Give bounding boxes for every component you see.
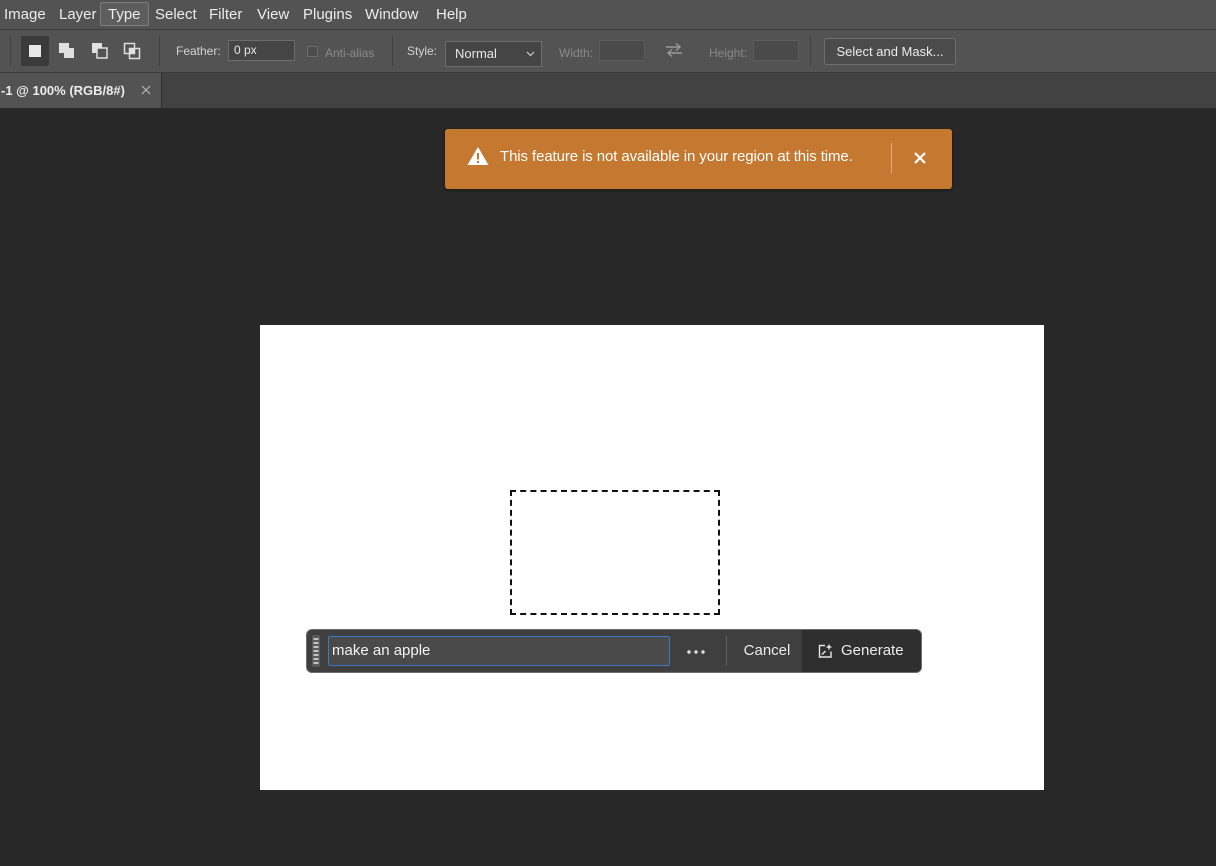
region-warning-banner: This feature is not available in your re… [445, 129, 952, 189]
subtract-from-selection-button[interactable] [86, 36, 114, 66]
generative-fill-icon [818, 643, 833, 658]
contextual-task-bar: make an apple Cancel Generate [306, 629, 922, 673]
menu-select[interactable]: Select [147, 2, 205, 26]
menu-window[interactable]: Window [357, 2, 426, 26]
menu-plugins[interactable]: Plugins [295, 2, 360, 26]
divider [810, 36, 811, 66]
document-tab[interactable]: -1 @ 100% (RGB/8#) [0, 73, 162, 108]
menu-layer[interactable]: Layer [51, 2, 105, 26]
menu-view[interactable]: View [249, 2, 297, 26]
add-selection-icon [59, 43, 74, 58]
height-label: Height: [709, 46, 748, 60]
divider [726, 636, 727, 666]
document-tab-label: -1 @ 100% (RGB/8#) [1, 83, 125, 98]
subtract-selection-icon [92, 43, 108, 59]
generate-button[interactable]: Generate [802, 630, 921, 672]
menu-image[interactable]: Image [0, 2, 54, 26]
intersect-selection-icon [123, 42, 141, 60]
swap-dimensions-icon[interactable] [664, 42, 684, 58]
height-input[interactable] [753, 40, 799, 61]
style-label: Style: [407, 44, 438, 58]
close-icon[interactable] [913, 151, 927, 165]
warning-icon [467, 147, 489, 165]
close-icon[interactable] [141, 85, 151, 95]
feather-input[interactable]: 0 px [228, 40, 295, 61]
menu-type[interactable]: Type [100, 2, 149, 26]
document-canvas[interactable] [260, 325, 1044, 790]
new-selection-icon [29, 45, 41, 57]
cancel-button[interactable]: Cancel [732, 630, 802, 672]
width-input[interactable] [599, 40, 645, 61]
menu-help[interactable]: Help [428, 2, 475, 26]
menu-bar: Image Layer Type Select Filter View Plug… [0, 0, 1216, 30]
prompt-input[interactable]: make an apple [328, 636, 670, 666]
divider [392, 36, 393, 66]
more-options-button[interactable] [679, 637, 715, 667]
divider [891, 143, 892, 173]
width-label: Width: [559, 46, 594, 60]
add-to-selection-button[interactable] [53, 36, 81, 66]
document-tab-bar: -1 @ 100% (RGB/8#) [0, 73, 1216, 109]
anti-alias-label: Anti-alias [325, 46, 375, 60]
selection-marquee[interactable] [510, 490, 720, 615]
intersect-selection-button[interactable] [118, 36, 146, 66]
menu-filter[interactable]: Filter [201, 2, 250, 26]
new-selection-button[interactable] [21, 36, 49, 66]
options-bar: Feather: 0 px Anti-alias Style: Normal W… [0, 30, 1216, 73]
more-horizontal-icon [687, 650, 705, 654]
feather-label: Feather: [176, 44, 221, 58]
banner-message: This feature is not available in your re… [500, 148, 853, 165]
divider [10, 36, 11, 66]
anti-alias-checkbox[interactable] [307, 46, 318, 57]
drag-handle-icon[interactable] [312, 635, 320, 667]
generate-label: Generate [841, 642, 904, 659]
style-value: Normal [455, 46, 497, 61]
divider [159, 36, 160, 66]
chevron-down-icon [526, 51, 535, 57]
style-dropdown[interactable]: Normal [445, 41, 542, 67]
select-and-mask-button[interactable]: Select and Mask... [824, 38, 956, 65]
